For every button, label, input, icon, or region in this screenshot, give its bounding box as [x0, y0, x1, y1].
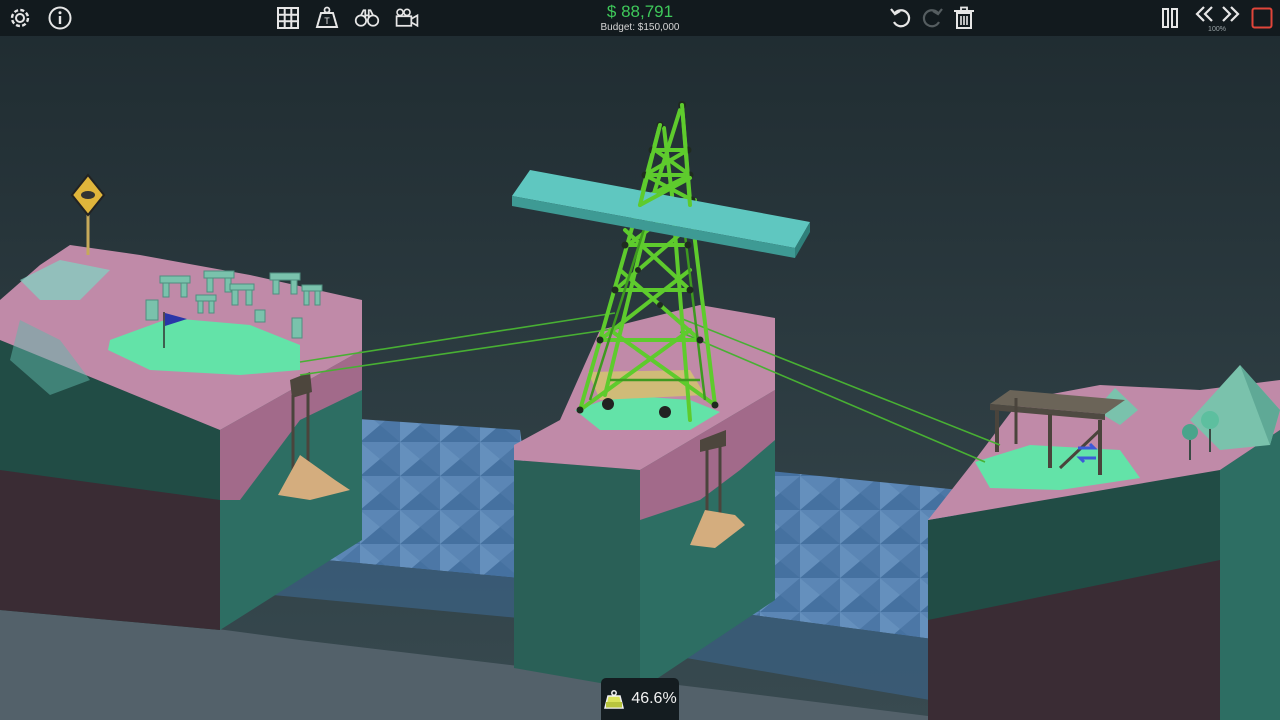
stress-value: 46.6%: [631, 690, 677, 707]
weight-icon: [604, 690, 625, 709]
camera-icon[interactable]: [392, 4, 422, 32]
pause-icon[interactable]: [1155, 4, 1185, 32]
simulation-speed: 100%: [1208, 26, 1226, 33]
budget-display: $ 88,791 Budget: $150,000: [560, 2, 720, 34]
budget-limit: Budget: $150,000: [600, 22, 680, 33]
grid-icon[interactable]: [273, 4, 303, 32]
fast-forward-icon[interactable]: [1216, 1, 1246, 29]
top-toolbar: T $ 88,791 Budget: $150,000 100%: [0, 0, 1280, 36]
money-spent: $ 88,791: [606, 2, 674, 21]
binoculars-icon[interactable]: [352, 4, 382, 32]
weight-icon[interactable]: T: [312, 4, 342, 32]
gear-icon[interactable]: [5, 4, 35, 32]
stress-meter: 46.6%: [601, 678, 679, 720]
undo-icon[interactable]: [886, 4, 916, 32]
info-icon[interactable]: [45, 4, 75, 32]
game-scene[interactable]: [0, 0, 1280, 720]
stop-icon[interactable]: [1247, 4, 1277, 32]
trash-icon[interactable]: [949, 4, 979, 32]
rewind-icon[interactable]: [1189, 1, 1219, 29]
svg-text:T: T: [324, 16, 330, 26]
redo-icon[interactable]: [917, 4, 947, 32]
